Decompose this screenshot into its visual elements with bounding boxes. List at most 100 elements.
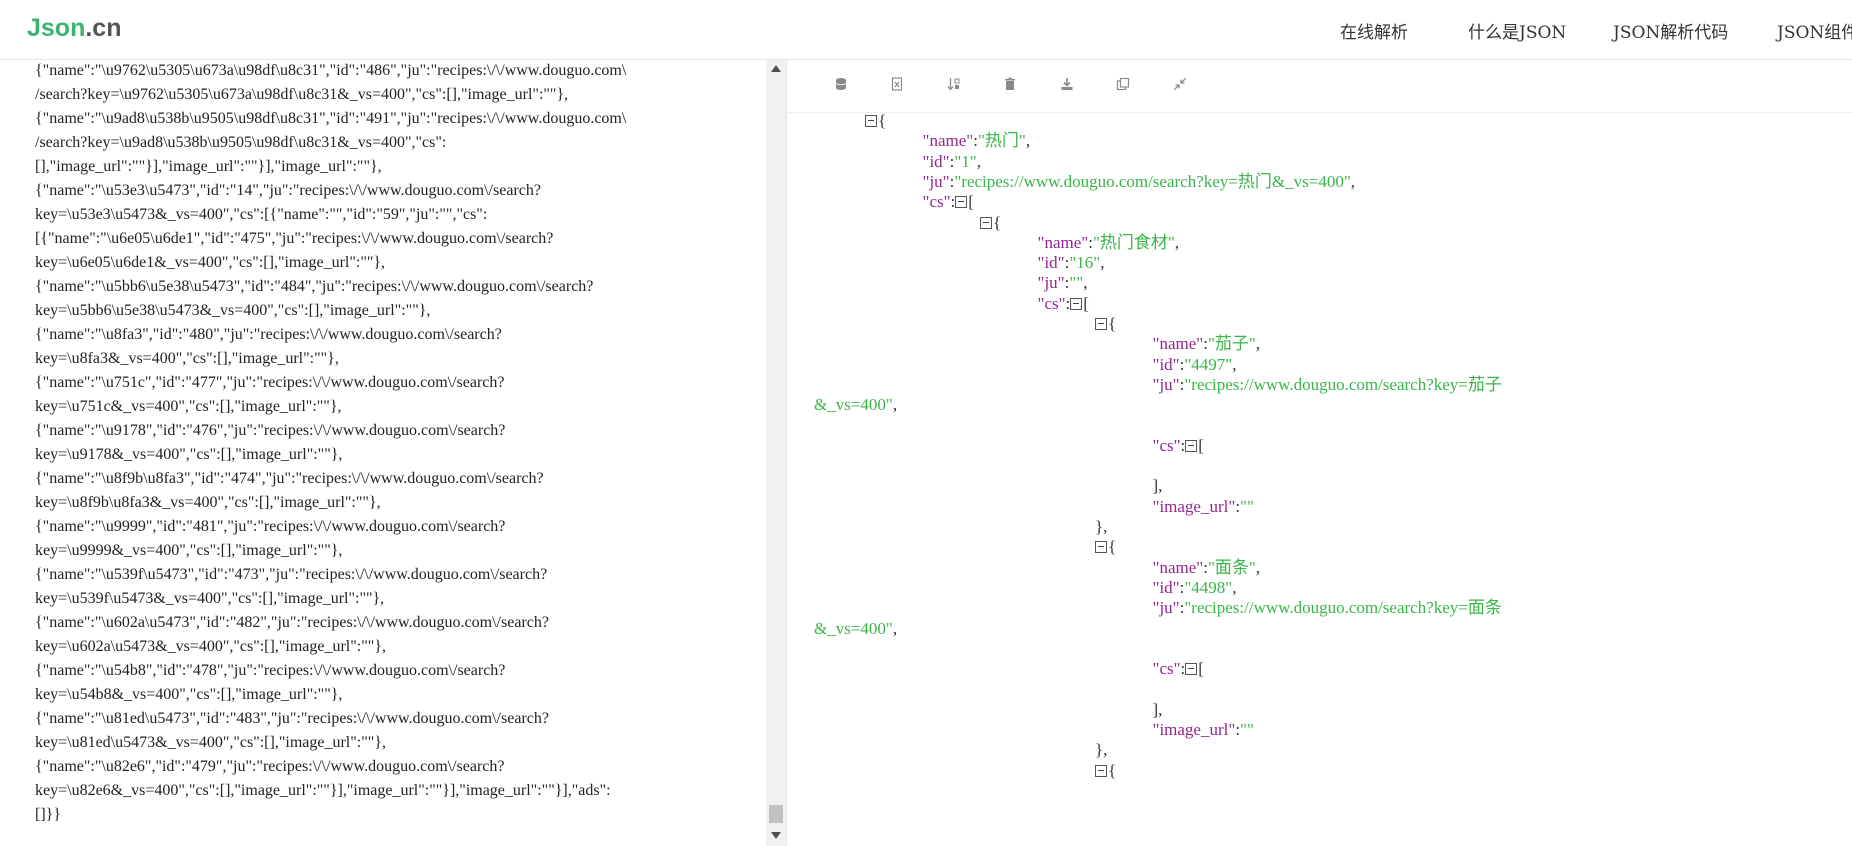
json-key: "cs" bbox=[922, 192, 951, 212]
json-punct: , bbox=[1100, 253, 1105, 273]
collapse-toggle-icon[interactable] bbox=[955, 196, 968, 209]
editor-line: {"name":"\u53e3\u5473","id":"14","ju":"r… bbox=[35, 182, 541, 199]
collapse-toggle-icon[interactable] bbox=[1095, 318, 1107, 330]
json-value: "recipes://www.douguo.com/search?key=热门&… bbox=[954, 171, 1351, 191]
json-punct: , bbox=[1083, 273, 1088, 293]
editor-line: /search?key=\u9ad8\u538b\u9505\u98df\u8c… bbox=[35, 134, 447, 151]
json-punct: ], bbox=[1152, 699, 1163, 719]
json-key: "ju" bbox=[1152, 598, 1180, 618]
json-key: "ju" bbox=[922, 171, 950, 191]
excel-icon[interactable] bbox=[885, 72, 909, 96]
json-punct: [ bbox=[1198, 659, 1204, 679]
database-icon[interactable] bbox=[829, 72, 853, 96]
json-key: "cs" bbox=[1037, 293, 1066, 313]
collapse-toggle-icon[interactable] bbox=[1095, 541, 1107, 554]
json-key: "name" bbox=[1037, 232, 1089, 252]
json-key: "cs" bbox=[1152, 659, 1181, 679]
json-punct: , bbox=[1255, 557, 1261, 577]
tree-row: { bbox=[1095, 535, 1116, 559]
collapse-toggle-icon[interactable] bbox=[865, 115, 877, 127]
json-key: "name" bbox=[922, 131, 974, 151]
site-logo[interactable]: Json.cn bbox=[27, 14, 121, 43]
editor-line: {"name":"\u751c","id":"477","ju":"recipe… bbox=[35, 374, 505, 391]
editor-line: key=\u539f\u5473&_vs=400","cs":[],"image… bbox=[35, 590, 385, 607]
tree-row: "ju":"recipes://www.douguo.com/search?ke… bbox=[1153, 596, 1502, 620]
editor-line: key=\u5bb6\u5e38\u5473&_vs=400","cs":[],… bbox=[35, 302, 431, 319]
json-key: "ju" bbox=[1152, 374, 1180, 394]
json-key: "name" bbox=[1152, 334, 1204, 354]
json-punct: { bbox=[1108, 314, 1117, 333]
download-icon[interactable] bbox=[1055, 72, 1079, 96]
editor-line: {"name":"\u9762\u5305\u673a\u98df\u8c31"… bbox=[35, 62, 627, 79]
json-punct: , bbox=[1232, 577, 1237, 597]
json-key: "name" bbox=[1152, 557, 1204, 577]
tree-row: &_vs=400", bbox=[814, 393, 897, 417]
editor-line: key=\u8f9b\u8fa3&_vs=400","cs":[],"image… bbox=[35, 494, 381, 511]
json-value: &_vs=400" bbox=[814, 618, 893, 638]
compress-icon[interactable] bbox=[1168, 72, 1192, 96]
json-punct: { bbox=[1108, 760, 1117, 780]
json-punct: { bbox=[1108, 537, 1117, 557]
tree-row: "image_url":"" bbox=[1153, 495, 1254, 519]
editor-line: {"name":"\u8f9b\u8fa3","id":"474","ju":"… bbox=[35, 470, 544, 487]
json-value: "16" bbox=[1069, 253, 1101, 273]
json-punct: , bbox=[976, 151, 981, 171]
tree-row: { bbox=[1095, 312, 1116, 336]
trash-icon[interactable] bbox=[998, 72, 1022, 96]
collapse-toggle-icon[interactable] bbox=[980, 216, 992, 229]
json-punct: , bbox=[1255, 334, 1261, 354]
editor-line: key=\u82e6&_vs=400","cs":[],"image_url":… bbox=[35, 782, 611, 799]
collapse-toggle-icon[interactable] bbox=[1185, 663, 1198, 676]
json-input-editor[interactable]: {"name":"\u9762\u5305\u673a\u98df\u8c31"… bbox=[0, 60, 766, 846]
tree-row: "image_url":"" bbox=[1153, 718, 1254, 742]
nav-online-parse[interactable]: 在线解析 bbox=[1340, 18, 1408, 43]
json-input-text[interactable]: {"name":"\u9762\u5305\u673a\u98df\u8c31"… bbox=[35, 59, 755, 827]
editor-line: {"name":"\u5bb6\u5e38\u5473","id":"484",… bbox=[35, 278, 594, 295]
tree-row: { bbox=[980, 211, 1001, 235]
scroll-down-arrow-icon[interactable] bbox=[771, 832, 781, 839]
json-value: "4497" bbox=[1184, 354, 1233, 374]
json-tree-view: {"name":"热门", "id":"1", "ju":"recipes://ww… bbox=[787, 113, 1852, 846]
json-viewer-panel: {"name":"热门", "id":"1", "ju":"recipes://ww… bbox=[787, 60, 1852, 846]
json-punct: , bbox=[1174, 232, 1180, 252]
tree-row: "ju":"recipes://www.douguo.com/search?ke… bbox=[1153, 373, 1502, 397]
json-punct: , bbox=[892, 618, 898, 638]
nav-what-is-json[interactable]: 什么是JSON bbox=[1468, 18, 1566, 43]
editor-line: {"name":"\u81ed\u5473","id":"483","ju":"… bbox=[35, 710, 549, 727]
tree-row: { bbox=[1095, 759, 1116, 783]
editor-line: key=\u8fa3&_vs=400","cs":[],"image_url":… bbox=[35, 350, 339, 367]
collapse-toggle-icon[interactable] bbox=[1185, 439, 1198, 452]
json-punct: }, bbox=[1095, 740, 1108, 760]
nav-json-code[interactable]: JSON解析代码 bbox=[1613, 18, 1728, 43]
editor-line: /search?key=\u9762\u5305\u673a\u98df\u8c… bbox=[35, 86, 569, 103]
tree-row: &_vs=400", bbox=[814, 617, 897, 641]
scroll-up-arrow-icon[interactable] bbox=[771, 65, 781, 72]
json-value: "" bbox=[1069, 273, 1084, 293]
json-key: "ju" bbox=[1037, 273, 1065, 293]
json-punct: ], bbox=[1152, 476, 1163, 496]
json-punct: [ bbox=[1083, 293, 1089, 313]
json-key: "id" bbox=[922, 151, 950, 171]
tree-row: "cs":[ bbox=[1153, 434, 1204, 458]
json-value: "recipes://www.douguo.com/search?key=茄子 bbox=[1184, 374, 1502, 394]
json-value: "热门食材" bbox=[1092, 232, 1175, 252]
json-key: "id" bbox=[1152, 354, 1180, 374]
json-value: "" bbox=[1240, 720, 1254, 739]
nav-json-components[interactable]: JSON组件 bbox=[1777, 18, 1852, 43]
json-key: "id" bbox=[1152, 577, 1180, 597]
scrollbar-thumb[interactable] bbox=[769, 805, 783, 823]
json-value: "茄子" bbox=[1207, 334, 1256, 354]
collapse-toggle-icon[interactable] bbox=[1070, 297, 1083, 310]
editor-line: key=\u602a\u5473&_vs=400","cs":[],"image… bbox=[35, 638, 386, 655]
logo-tld-text: .cn bbox=[85, 14, 122, 42]
top-header: Json.cn 在线解析 什么是JSON JSON解析代码 JSON组件 bbox=[0, 0, 1852, 60]
collapse-toggle-icon[interactable] bbox=[1095, 764, 1107, 777]
editor-scrollbar[interactable] bbox=[766, 60, 786, 846]
editor-line: key=\u54b8&_vs=400","cs":[],"image_url":… bbox=[35, 686, 343, 703]
editor-line: key=\u751c&_vs=400","cs":[],"image_url":… bbox=[35, 398, 342, 415]
tree-row: { bbox=[865, 113, 886, 133]
editor-line: {"name":"\u9178","id":"476","ju":"recipe… bbox=[35, 422, 506, 439]
copy-icon[interactable] bbox=[1111, 72, 1135, 96]
editor-line: [],"image_url":""}],"image_url":""}],"im… bbox=[35, 158, 382, 175]
sort-icon[interactable] bbox=[942, 72, 966, 96]
